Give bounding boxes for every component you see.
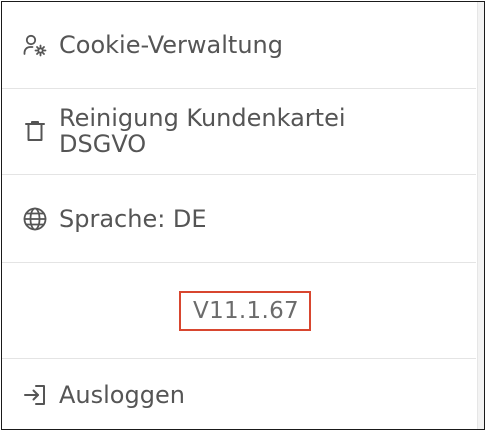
user-settings-icon bbox=[22, 32, 48, 58]
menu-panel: Cookie-Verwaltung Reinigung Kundenkartei… bbox=[1, 1, 485, 430]
menu-item-label: Cookie-Verwaltung bbox=[59, 31, 283, 59]
menu-item-customer-cleanup[interactable]: Reinigung Kundenkartei DSGVO bbox=[2, 89, 476, 175]
trash-icon bbox=[22, 118, 48, 144]
menu-item-language[interactable]: Sprache: DE bbox=[2, 175, 476, 263]
version-row: V11.1.67 bbox=[2, 263, 476, 359]
menu-item-cookie-settings[interactable]: Cookie-Verwaltung bbox=[2, 2, 476, 89]
logout-button[interactable]: Ausloggen bbox=[2, 359, 476, 429]
menu-item-label: Reinigung Kundenkartei DSGVO bbox=[59, 104, 346, 158]
globe-icon bbox=[22, 206, 48, 232]
logout-icon bbox=[22, 382, 48, 408]
version-label: V11.1.67 bbox=[179, 290, 311, 331]
scrollbar[interactable] bbox=[477, 2, 484, 429]
menu-item-label: Sprache: DE bbox=[59, 204, 207, 233]
logout-label: Ausloggen bbox=[59, 381, 185, 409]
